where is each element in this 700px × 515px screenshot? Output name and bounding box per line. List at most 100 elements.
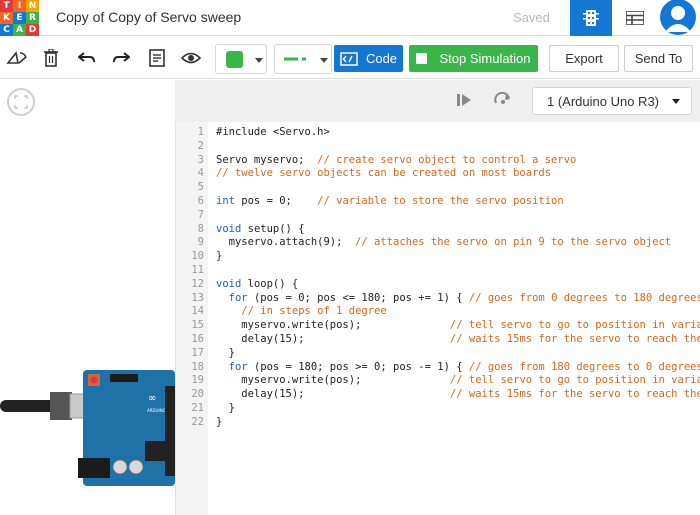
send-to-button[interactable]: Send To (624, 45, 693, 72)
delete-button[interactable] (38, 45, 64, 71)
toolbar: Code Stop Simulation Export Send To (0, 37, 700, 79)
capacitor (128, 459, 144, 475)
wire-style-dropdown[interactable] (274, 44, 332, 74)
code-line: for (pos = 180; pos >= 0; pos -= 1) { //… (228, 360, 700, 373)
step-button[interactable] (456, 93, 474, 112)
notes-button[interactable] (144, 45, 170, 71)
code-icon (340, 51, 358, 66)
logo-letter: T (0, 0, 13, 12)
chevron-down-icon (320, 58, 328, 63)
visibility-button[interactable] (178, 45, 204, 71)
line-number: 21 (191, 402, 204, 414)
capacitor (112, 459, 128, 475)
line-number: 14 (191, 305, 204, 318)
line-number: 10 (191, 250, 204, 263)
list-view-button[interactable] (614, 0, 656, 36)
code-line: // in steps of 1 degree (241, 305, 387, 318)
line-number: 16 (191, 333, 204, 345)
code-line: } (216, 250, 223, 263)
undo-button[interactable] (74, 45, 100, 71)
code-line: } (216, 415, 223, 428)
line-number: 22 (191, 415, 204, 428)
redo-icon (113, 52, 130, 63)
logo-letter: C (0, 24, 13, 36)
line-number: 20 (191, 388, 204, 401)
notes-icon (149, 49, 165, 67)
code-line: Servo myservo; // create servo object to… (216, 153, 577, 166)
logo-letter: K (0, 12, 13, 24)
circuit-view-icon (583, 10, 599, 26)
code-line: #include <Servo.h> (216, 126, 330, 138)
code-line: myservo.write(pos); // tell servo to go … (216, 374, 700, 387)
export-button[interactable]: Export (549, 45, 619, 72)
arduino-board[interactable]: ∞ ARDUINO (0, 356, 175, 496)
stop-simulation-button[interactable]: Stop Simulation (409, 45, 538, 72)
usb-connector (50, 392, 72, 420)
code-line: void setup() { (216, 222, 305, 235)
tinkercad-logo[interactable]: TIN KER CAD (0, 0, 39, 36)
power-jack (78, 458, 110, 478)
step-icon (457, 94, 471, 106)
code-line: delay(15); // waits 15ms for the servo t… (216, 333, 700, 345)
color-dropdown[interactable] (215, 44, 267, 74)
code-button-label: Code (365, 51, 398, 66)
save-status: Saved (513, 10, 550, 25)
code-line: } (216, 402, 235, 414)
logo-letter: I (13, 0, 26, 12)
line-number: 19 (191, 374, 204, 387)
line-number: 7 (197, 208, 204, 221)
line-number: 17 (191, 346, 204, 359)
logo-letter: A (13, 24, 26, 36)
icsp-header (110, 374, 138, 382)
reset-button-cap (90, 376, 98, 384)
code-line: myservo.attach(9); // attaches the servo… (216, 236, 672, 249)
stop-icon (416, 53, 428, 64)
line-number: 8 (197, 222, 204, 235)
code-line: int pos = 0; // variable to store the se… (216, 195, 564, 207)
line-number: 11 (191, 264, 204, 276)
logo-letter: R (26, 12, 39, 24)
header-pins (165, 386, 175, 476)
restart-button[interactable] (493, 91, 513, 113)
color-swatch (226, 51, 243, 68)
wire-style-icon (284, 57, 306, 61)
line-number: 3 (197, 153, 204, 166)
undo-icon (78, 52, 95, 63)
logo-letter: D (26, 24, 39, 36)
redo-button[interactable] (108, 45, 134, 71)
restart-icon (494, 91, 510, 104)
code-line: delay(15); // waits 15ms for the servo t… (216, 388, 700, 401)
board-brand-mark: ARDUINO (147, 408, 166, 413)
chevron-down-icon (255, 58, 263, 63)
delete-icon (44, 49, 58, 67)
code-line: void loop() { (216, 277, 299, 290)
arduino-logo-icon: ∞ (148, 393, 156, 404)
code-panel-header: 1 (Arduino Uno R3) (175, 80, 700, 122)
code-line: // twelve servo objects can be created o… (216, 167, 552, 180)
line-number: 4 (197, 167, 204, 180)
line-number: 6 (197, 195, 204, 207)
device-select[interactable]: 1 (Arduino Uno R3) (532, 87, 692, 115)
line-number: 2 (197, 139, 204, 152)
chevron-down-icon (672, 99, 680, 104)
line-number: 13 (191, 291, 204, 304)
code-editor[interactable]: #include <Servo.h> Servo myservo; // crea… (208, 122, 700, 515)
rotate-icon (6, 51, 27, 64)
code-button[interactable]: Code (334, 45, 403, 72)
line-number: 15 (191, 319, 204, 332)
logo-letter: N (26, 0, 39, 12)
fit-view-button[interactable] (7, 88, 35, 116)
eye-icon (181, 52, 201, 64)
user-avatar[interactable] (658, 0, 698, 36)
user-icon (660, 0, 696, 35)
logo-letter: E (13, 12, 26, 24)
line-number: 5 (197, 181, 204, 194)
line-number: 18 (191, 360, 204, 373)
code-line: for (pos = 0; pos <= 180; pos += 1) { //… (228, 291, 700, 304)
top-bar: TIN KER CAD Copy of Copy of Servo sweep Sa… (0, 0, 700, 36)
list-view-icon (626, 11, 644, 25)
line-number-gutter: 1 2 3 4 5 6 7 8 9 10 11 12 13 14 15 16 17 18 19 20 21 22 (175, 122, 208, 515)
rotate-button[interactable] (4, 45, 30, 71)
circuit-view-button[interactable] (570, 0, 612, 36)
design-title[interactable]: Copy of Copy of Servo sweep (56, 9, 241, 25)
